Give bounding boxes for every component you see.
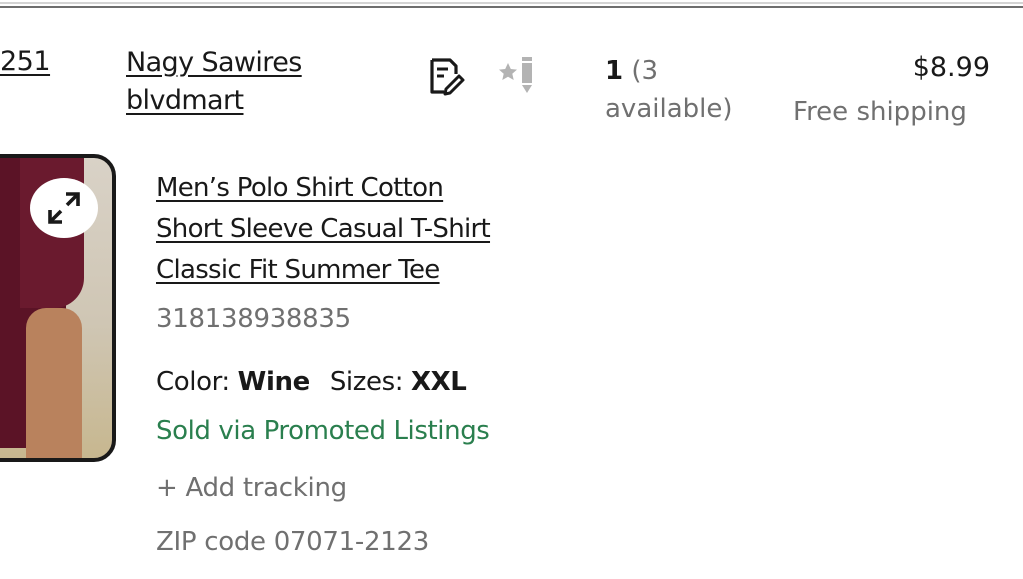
color-value: Wine [237, 367, 311, 397]
expand-image-icon [48, 192, 80, 224]
buyer-info: Nagy Sawires blvdmart [126, 44, 302, 120]
quantity-info: 1 (3 available) [605, 52, 765, 128]
item-title-line[interactable]: Short Sleeve Casual T-Shirt [156, 214, 491, 244]
buyer-username-link[interactable]: blvdmart [126, 82, 302, 120]
size-label: Sizes: [329, 367, 404, 397]
sold-price: $8.99 [912, 52, 990, 83]
expand-image-button[interactable] [30, 178, 98, 238]
promoted-listings-badge: Sold via Promoted Listings [156, 416, 490, 446]
quantity-sold: 1 [605, 56, 624, 86]
item-title-line[interactable]: Men’s Polo Shirt Cotton [156, 173, 444, 203]
quantity-available: (3 available) [605, 56, 733, 124]
size-value: XXL [410, 367, 467, 397]
item-title-line[interactable]: Classic Fit Summer Tee [156, 255, 440, 285]
order-number-link[interactable]: 251 [0, 46, 51, 77]
window-top-border [0, 0, 1023, 8]
buyer-name-link[interactable]: Nagy Sawires [126, 44, 302, 82]
shipping-cost: Free shipping [793, 97, 967, 127]
item-title-link[interactable]: Men’s Polo Shirt Cotton Short Sleeve Cas… [156, 168, 576, 291]
add-tracking-link[interactable]: + Add tracking [156, 473, 347, 503]
thumbnail-arm-shape [26, 308, 82, 458]
color-label: Color: [156, 367, 230, 397]
item-number: 318138938835 [156, 304, 351, 334]
leave-feedback-icon[interactable] [496, 55, 540, 95]
note-edit-icon[interactable] [426, 56, 466, 96]
zip-code: ZIP code 07071-2123 [156, 527, 429, 557]
item-variation: Color: Wine Sizes: XXL [156, 367, 467, 397]
